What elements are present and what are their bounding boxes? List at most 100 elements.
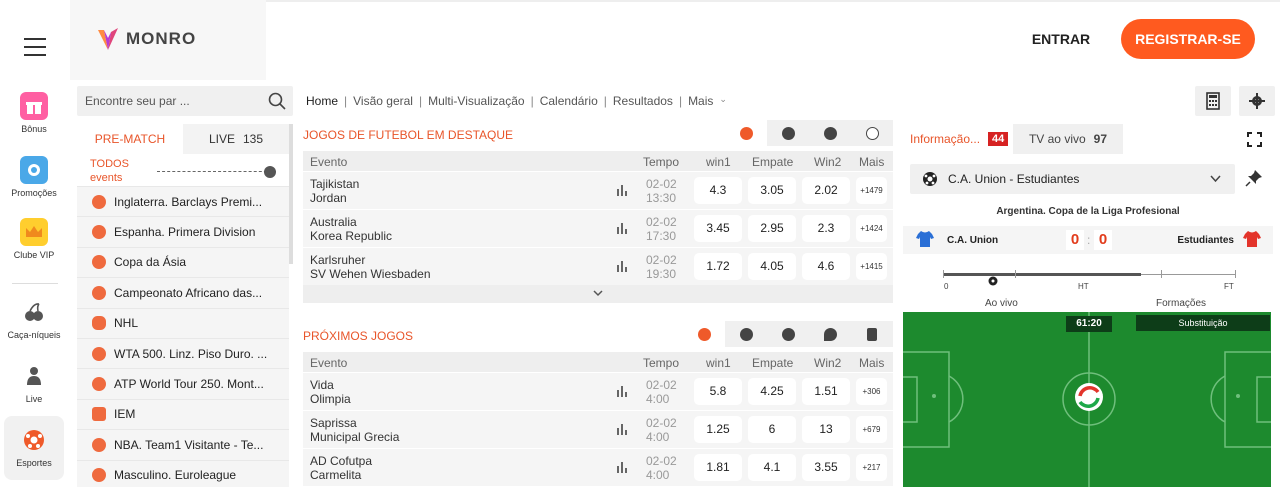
search-icon[interactable] xyxy=(268,92,286,115)
match-hour: 4:00 xyxy=(646,392,670,406)
league-item[interactable]: NBA. Team1 Visitante - Te... xyxy=(77,429,289,460)
fullscreen-icon[interactable] xyxy=(1247,132,1262,147)
league-item[interactable]: Inglaterra. Barclays Premi... xyxy=(77,186,289,217)
tab-prematch[interactable]: PRE-MATCH xyxy=(77,124,183,154)
tab-basketball[interactable] xyxy=(767,321,809,347)
odd-draw[interactable]: 3.05 xyxy=(748,177,796,204)
stats-bar-icon[interactable] xyxy=(617,424,628,438)
odd-win1[interactable]: 5.8 xyxy=(694,378,742,405)
rail-item-bonus[interactable]: Bônus xyxy=(4,92,64,134)
tab-formations[interactable]: Formações xyxy=(1156,298,1206,309)
expand-table-button[interactable] xyxy=(303,285,893,303)
search-box[interactable]: Encontre seu par ... xyxy=(77,86,293,116)
odd-win1[interactable]: 3.45 xyxy=(694,215,742,242)
tab-tennis[interactable] xyxy=(725,321,767,347)
tab-soccer[interactable] xyxy=(725,120,767,146)
table-row[interactable]: Tajikistan Jordan 02-02 13:30 4.3 3.05 2.0… xyxy=(303,171,893,209)
stats-bar-icon[interactable] xyxy=(617,261,628,275)
breadcrumb-results[interactable]: Resultados xyxy=(613,94,673,108)
odd-draw[interactable]: 4.05 xyxy=(748,253,796,280)
odd-win1[interactable]: 4.3 xyxy=(694,177,742,204)
upcoming-table: Evento Tempo win1 Empate Win2 Mais Vida O… xyxy=(303,352,893,486)
rail-item-live[interactable]: Live xyxy=(4,362,64,404)
league-item[interactable]: NHL xyxy=(77,307,289,338)
tab-table-tennis[interactable] xyxy=(809,321,851,347)
odd-win2[interactable]: 4.6 xyxy=(802,253,850,280)
breadcrumb-home[interactable]: Home xyxy=(306,94,338,108)
settings-button[interactable] xyxy=(1239,86,1275,116)
table-row[interactable]: Saprissa Municipal Grecia 02-02 4:00 1.25 … xyxy=(303,410,893,448)
more-markets-button[interactable]: +1424 xyxy=(856,215,887,242)
tab-live-tv[interactable]: TV ao vivo 97 xyxy=(1013,124,1123,154)
stats-bar-icon[interactable] xyxy=(617,462,628,476)
odd-win1[interactable]: 1.25 xyxy=(694,416,742,443)
more-markets-button[interactable]: +1479 xyxy=(856,177,887,204)
odd-draw[interactable]: 2.95 xyxy=(748,215,796,242)
breadcrumb-multiview[interactable]: Multi-Visualização xyxy=(428,94,525,108)
all-events-filter[interactable]: TODOS events xyxy=(77,154,289,186)
breadcrumb-overview[interactable]: Visão geral xyxy=(353,94,413,108)
odd-win2[interactable]: 1.51 xyxy=(802,378,850,405)
stats-bar-icon[interactable] xyxy=(617,185,628,199)
league-item[interactable]: WTA 500. Linz. Piso Duro. ... xyxy=(77,337,289,369)
table-row[interactable]: Australia Korea Republic 02-02 17:30 3.45 … xyxy=(303,209,893,247)
stats-bar-icon[interactable] xyxy=(617,386,628,400)
odd-draw[interactable]: 4.25 xyxy=(748,378,796,405)
rail-item-promotions[interactable]: Promoções xyxy=(4,156,64,198)
odd-draw[interactable]: 6 xyxy=(748,416,796,443)
league-item[interactable]: Copa da Ásia xyxy=(77,246,289,278)
league-item[interactable]: Campeonato Africano das... xyxy=(77,277,289,308)
odd-draw[interactable]: 4.1 xyxy=(748,454,796,481)
odd-win1[interactable]: 1.72 xyxy=(694,253,742,280)
time-filter-track[interactable] xyxy=(157,171,272,172)
league-item[interactable]: Masculino. Euroleague xyxy=(77,459,289,487)
match-teams[interactable]: Saprissa Municipal Grecia xyxy=(310,416,399,444)
top-border xyxy=(266,0,1280,2)
tab-live[interactable]: LIVE 135 xyxy=(183,124,289,154)
search-input[interactable]: Encontre seu par ... xyxy=(85,94,190,108)
table-row[interactable]: AD Cofutpa Carmelita 02-02 4:00 1.81 4.1 3… xyxy=(303,448,893,486)
league-item[interactable]: ATP World Tour 250. Mont... xyxy=(77,368,289,399)
rail-item-vip[interactable]: Clube VIP xyxy=(4,218,64,260)
league-item[interactable]: IEM xyxy=(77,398,289,430)
match-teams[interactable]: Vida Olimpia xyxy=(310,378,351,406)
register-button[interactable]: REGISTRAR-SE xyxy=(1121,19,1255,59)
league-list-scrollbar[interactable] xyxy=(289,124,293,264)
match-teams[interactable]: Karlsruher SV Wehen Wiesbaden xyxy=(310,253,431,281)
match-selector[interactable]: C.A. Union - Estudiantes xyxy=(910,164,1235,194)
odd-win2[interactable]: 13 xyxy=(802,416,850,443)
more-markets-button[interactable]: +217 xyxy=(856,454,887,481)
more-markets-button[interactable]: +679 xyxy=(856,416,887,443)
login-button[interactable]: ENTRAR xyxy=(1018,28,1104,50)
tab-soccer[interactable] xyxy=(683,321,725,347)
tab-other[interactable] xyxy=(851,321,893,347)
tab-information[interactable]: Informação... 44 xyxy=(903,124,1013,154)
match-teams[interactable]: Tajikistan Jordan xyxy=(310,177,359,205)
more-markets-button[interactable]: +306 xyxy=(856,378,887,405)
rail-item-slots[interactable]: Caça-níqueis xyxy=(4,298,64,340)
more-markets-button[interactable]: +1415 xyxy=(856,253,887,280)
league-item[interactable]: Espanha. Primera Division xyxy=(77,216,289,247)
tab-volleyball[interactable] xyxy=(851,120,893,146)
match-teams[interactable]: AD Cofutpa Carmelita xyxy=(310,454,372,482)
odd-win2[interactable]: 2.02 xyxy=(802,177,850,204)
calculator-button[interactable] xyxy=(1195,86,1231,116)
tab-live-view[interactable]: Ao vivo xyxy=(985,298,1018,309)
pin-icon[interactable] xyxy=(1245,169,1263,187)
table-row[interactable]: Karlsruher SV Wehen Wiesbaden 02-02 19:30 … xyxy=(303,247,893,285)
breadcrumb-separator: | xyxy=(344,94,348,108)
breadcrumb-more[interactable]: Mais xyxy=(688,94,713,108)
match-teams[interactable]: Australia Korea Republic xyxy=(310,215,392,243)
time-filter-handle[interactable] xyxy=(264,166,276,178)
table-row[interactable]: Vida Olimpia 02-02 4:00 5.8 4.25 1.51 +306 xyxy=(303,372,893,410)
hamburger-menu-icon[interactable] xyxy=(24,38,46,56)
odd-win2[interactable]: 3.55 xyxy=(802,454,850,481)
rail-item-sports[interactable]: Esportes xyxy=(4,416,64,480)
brand-logo[interactable]: MONRO xyxy=(96,26,196,52)
stats-bar-icon[interactable] xyxy=(617,223,628,237)
odd-win2[interactable]: 2.3 xyxy=(802,215,850,242)
odd-win1[interactable]: 1.81 xyxy=(694,454,742,481)
tab-basketball[interactable] xyxy=(809,120,851,146)
breadcrumb-calendar[interactable]: Calendário xyxy=(540,94,598,108)
tab-tennis[interactable] xyxy=(767,120,809,146)
